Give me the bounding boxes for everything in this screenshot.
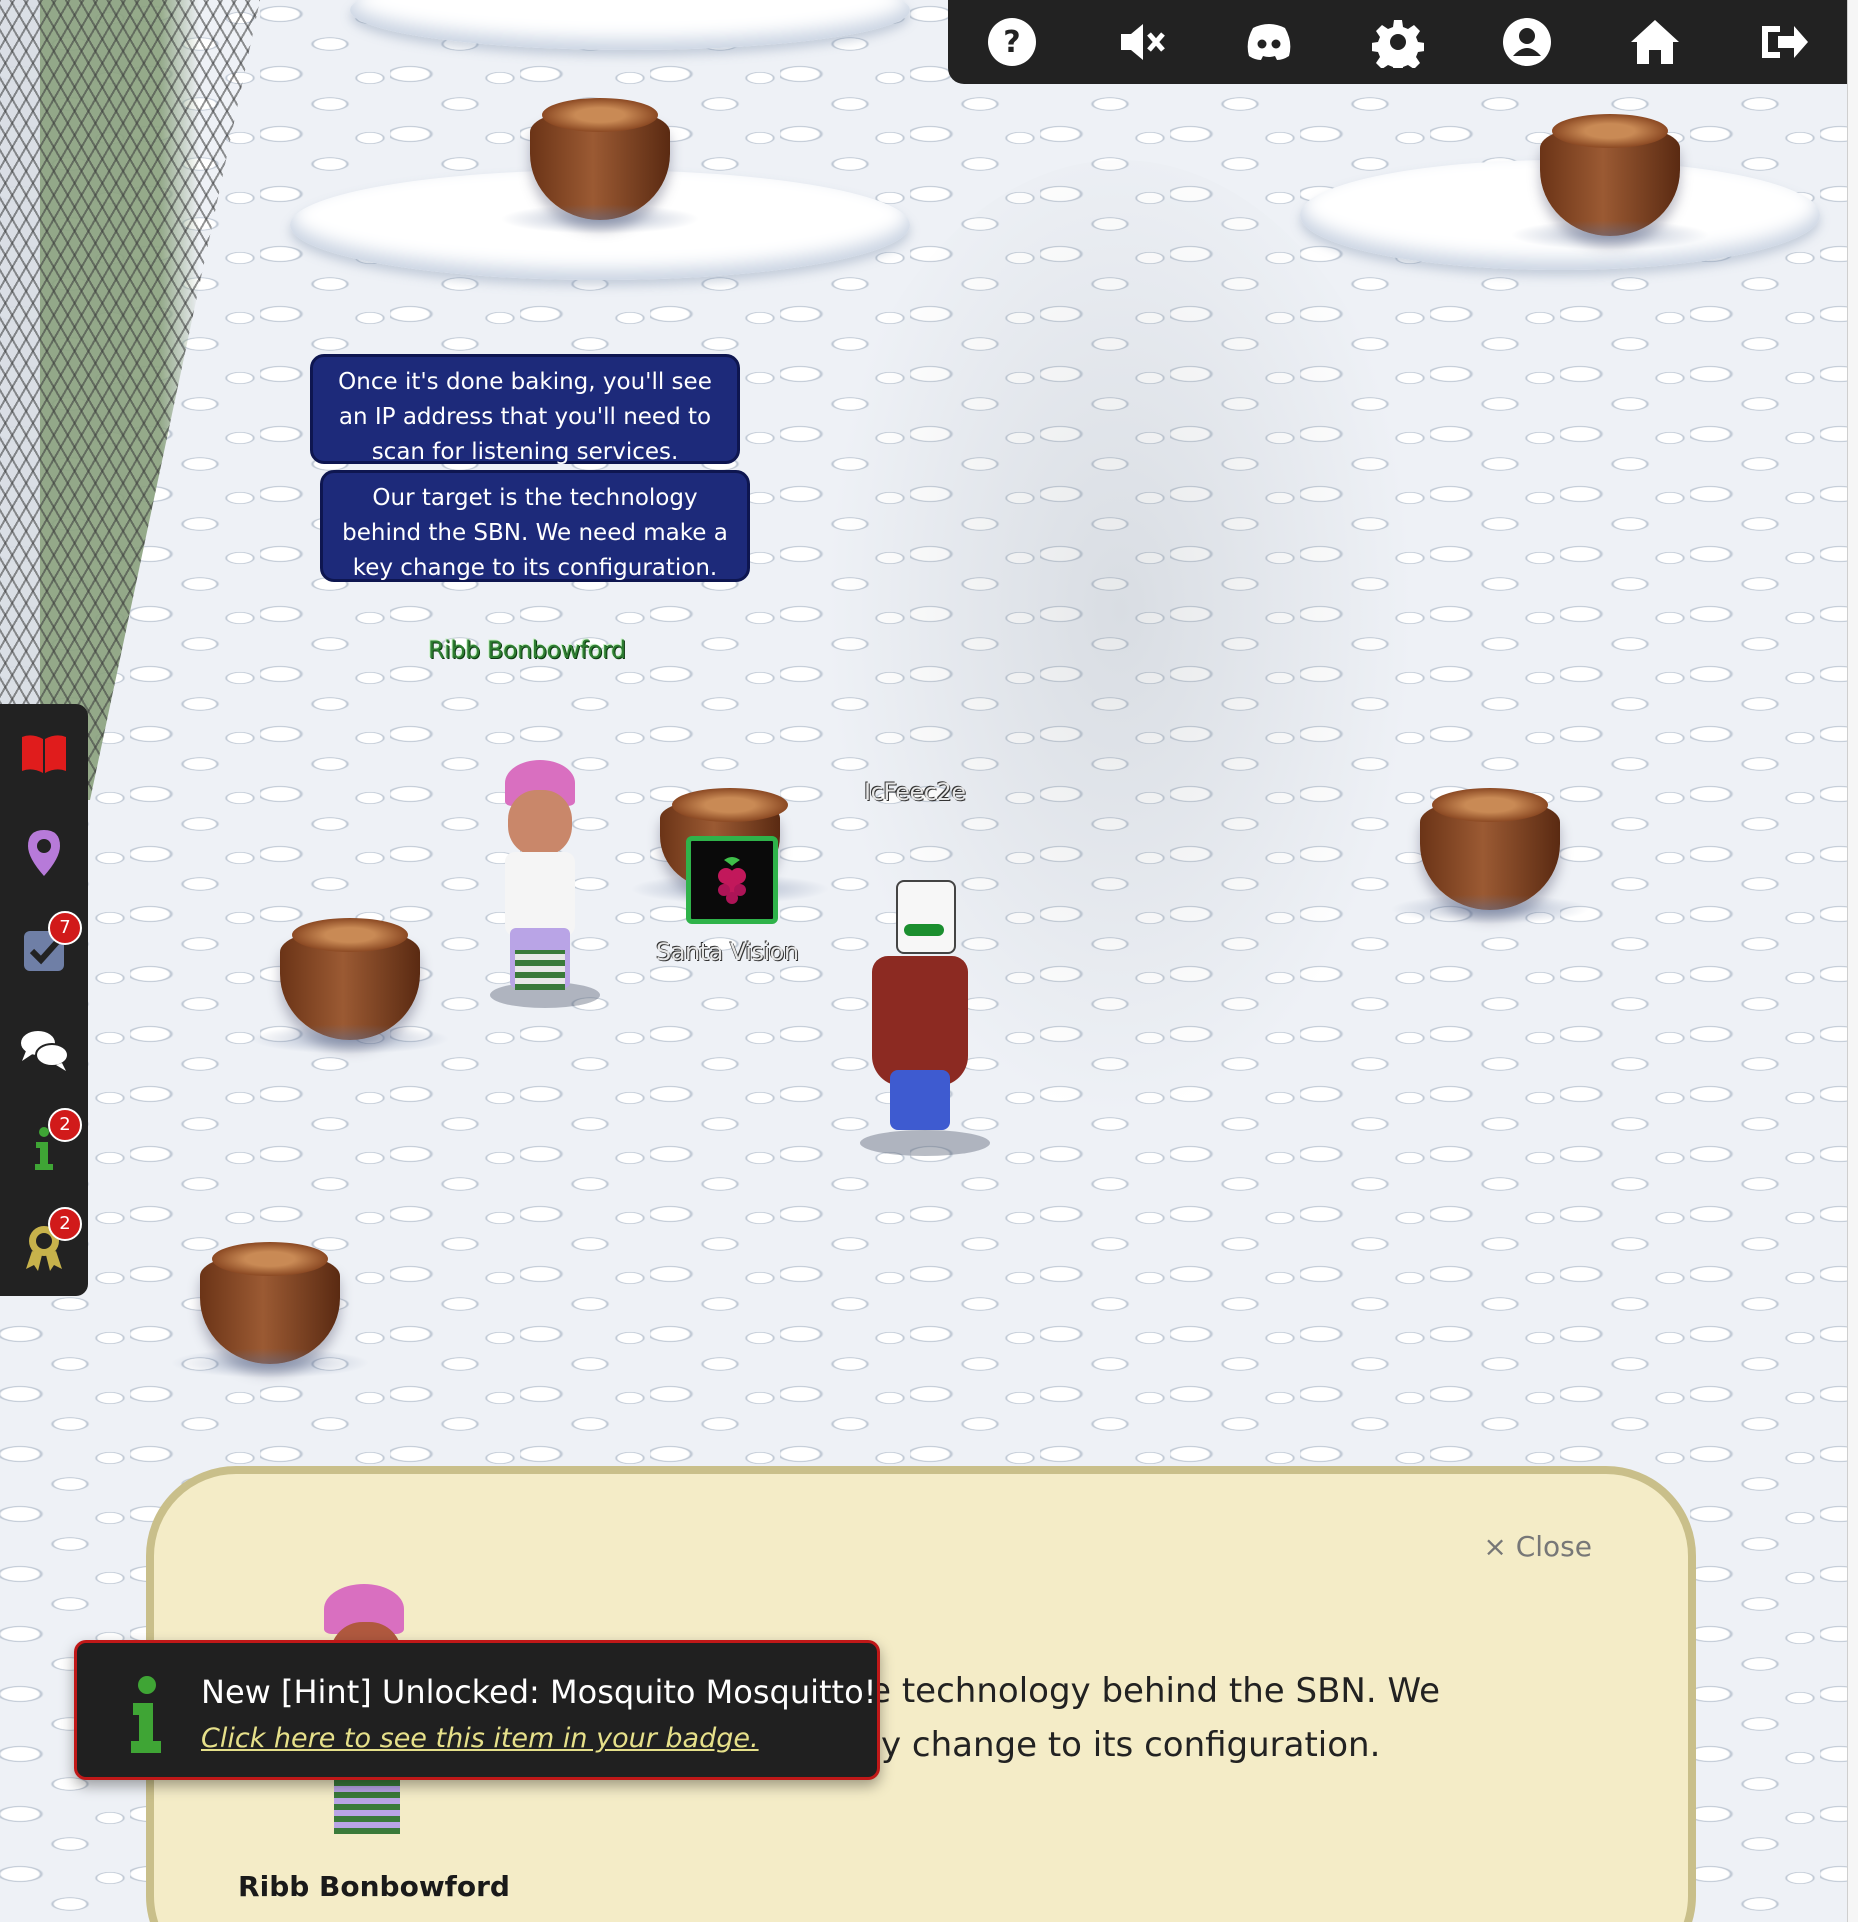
gear-icon [1371,20,1424,68]
home-icon [1631,20,1680,64]
npc-name-label: Ribb Bonbowford [428,636,626,664]
user-icon [1502,18,1551,66]
sidebar-item-hints[interactable]: 2 [14,1107,82,1178]
sidebar-item-chat[interactable] [14,1019,74,1079]
left-sidebar: 7 2 2 [0,704,88,1296]
tree-stump [170,1242,370,1378]
logout-icon [1761,26,1808,58]
chain-link-fence [0,0,260,800]
logout-button[interactable] [1749,7,1819,77]
speaker-name: Ribb Bonbowford [238,1870,510,1903]
book-icon [22,735,66,774]
sidebar-item-objectives[interactable]: 7 [14,910,82,981]
toast-badge-link[interactable]: Click here to see this item in your badg… [201,1723,759,1754]
achievements-badge-count: 2 [48,1206,82,1241]
objectives-badge-count: 7 [48,910,82,945]
tree-stump [1510,114,1710,250]
mute-button[interactable] [1106,7,1176,77]
npc-speech-bubble: Our target is the technology behind the … [320,470,750,582]
profile-button[interactable] [1492,7,1562,77]
dialog-close-button[interactable]: × Close [1483,1530,1592,1563]
raspberry-icon [718,857,746,904]
terminal-name-label: Santa Vision [656,938,799,966]
tree-stump [1390,788,1590,924]
discord-button[interactable] [1234,7,1304,77]
hints-badge-count: 2 [48,1107,82,1142]
info-icon [131,1676,161,1753]
tree-stump [500,98,700,234]
discord-icon [1248,24,1291,60]
sidebar-item-objectives-book[interactable] [14,723,74,783]
chat-icon [21,1031,69,1072]
npc-speech-bubble: Once it's done baking, you'll see an IP … [310,354,740,465]
help-button[interactable]: ? [977,7,1047,77]
santa-vision-terminal[interactable] [686,836,778,924]
tree-stump [250,918,450,1054]
settings-button[interactable] [1363,7,1433,77]
map-pin-icon [28,829,60,876]
mute-icon [1120,24,1165,60]
snow-mound [350,0,910,50]
sidebar-item-map[interactable] [14,822,74,882]
top-toolbar: ? [948,0,1848,84]
sidebar-item-achievements[interactable]: 2 [14,1206,82,1277]
toast-title: New [Hint] Unlocked: Mosquito Mosquitto! [201,1673,877,1711]
hint-unlocked-toast[interactable]: New [Hint] Unlocked: Mosquito Mosquitto!… [74,1640,880,1780]
svg-text:?: ? [1004,25,1021,60]
help-icon: ? [988,18,1037,66]
npc-ribb-bonbowford[interactable] [480,760,600,1008]
window-scrollbar[interactable] [1847,0,1858,1922]
player-avatar[interactable] [860,860,990,1160]
home-button[interactable] [1620,7,1690,77]
